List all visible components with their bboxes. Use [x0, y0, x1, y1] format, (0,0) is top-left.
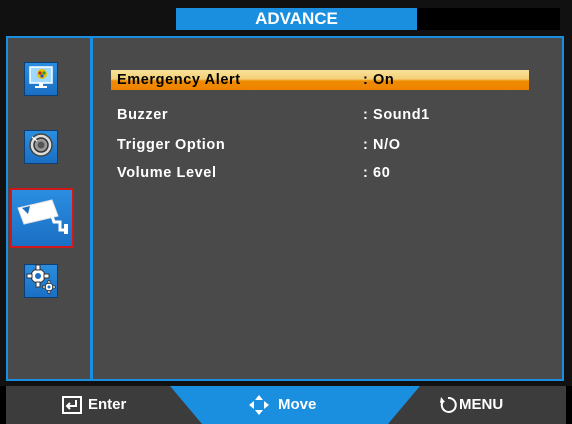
- category-setup[interactable]: [24, 264, 58, 298]
- category-display[interactable]: [24, 62, 58, 96]
- menu-label: MENU: [459, 396, 504, 413]
- menu-item-value: : 60: [363, 165, 391, 181]
- menu-item-buzzer[interactable]: Buzzer : Sound1: [111, 105, 529, 125]
- menu-item-label: Emergency Alert: [117, 72, 241, 88]
- menu-item-label: Buzzer: [117, 107, 169, 123]
- return-icon: [439, 396, 457, 419]
- title-spacer: [417, 8, 560, 30]
- gear-settings-icon: [26, 264, 56, 299]
- enter-icon: [62, 396, 82, 419]
- category-advance[interactable]: [10, 188, 74, 248]
- enter-label: Enter: [88, 396, 127, 413]
- hint-bar: Enter Move MENU: [0, 386, 572, 424]
- menu-item-value: : N/O: [363, 137, 401, 153]
- menu-item-label: Trigger Option: [117, 137, 226, 153]
- osd-menu: ADVANCE Emergency Alert: On Buzzer: So…: [0, 0, 572, 424]
- menu-title: ADVANCE: [176, 8, 417, 30]
- menu-item-volume-level[interactable]: Volume Level : 60: [111, 163, 529, 183]
- display-settings-icon: [28, 65, 54, 94]
- security-camera-icon: [14, 194, 70, 243]
- settings-panel: Emergency Alert : On Buzzer : Sound1 Tri…: [93, 38, 562, 379]
- menu-item-emergency-alert[interactable]: Emergency Alert : On: [111, 70, 529, 90]
- speaker-icon: [28, 131, 54, 164]
- menu-item-label: Volume Level: [117, 165, 217, 181]
- category-sidebar: [8, 38, 90, 379]
- category-audio[interactable]: [24, 130, 58, 164]
- menu-item-value: : Sound1: [363, 107, 430, 123]
- menu-item-value: : On: [363, 72, 395, 88]
- menu-item-trigger-option[interactable]: Trigger Option : N/O: [111, 135, 529, 155]
- move-arrows-icon: [248, 394, 270, 421]
- move-label: Move: [278, 396, 317, 413]
